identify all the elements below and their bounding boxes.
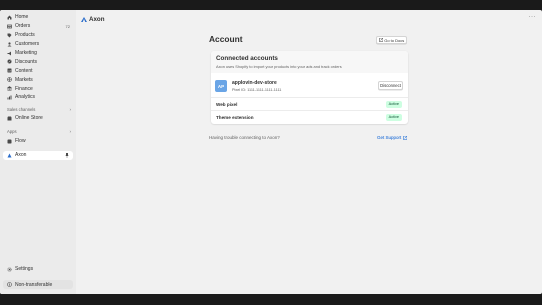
sidebar-item-label: Settings <box>15 266 34 273</box>
more-options-icon[interactable]: ··· <box>529 14 537 20</box>
sidebar-item-customers[interactable]: Customers <box>3 40 73 49</box>
sidebar-item-label: Axon <box>15 152 27 159</box>
analytics-icon <box>7 95 12 100</box>
orders-icon <box>7 24 12 29</box>
theme-extension-label: Theme extension <box>216 115 254 120</box>
get-support-label: Get Support <box>377 135 402 140</box>
sidebar-item-label: Products <box>15 32 35 39</box>
sidebar-item-label: Finance <box>15 85 33 92</box>
account-name: applovin-dev-store <box>232 80 277 86</box>
sidebar-item-label: Home <box>15 14 29 21</box>
sidebar-item-home[interactable]: Home <box>3 13 73 22</box>
sidebar-item-axon[interactable]: Axon <box>3 151 73 160</box>
flow-icon <box>7 139 12 144</box>
go-to-docs-button[interactable]: Go to Docs <box>376 36 407 44</box>
customers-icon <box>7 42 12 47</box>
sales-channels-heading[interactable]: Sales channels <box>7 107 35 112</box>
orders-count-badge: 72 <box>65 23 70 29</box>
card-subtitle: Axon uses Shopify to import your product… <box>216 64 342 69</box>
sidebar-item-settings[interactable]: Settings <box>3 265 73 274</box>
sidebar-item-marketing[interactable]: Marketing <box>3 49 73 58</box>
sidebar-item-flow[interactable]: Flow <box>3 137 73 146</box>
sidebar-item-analytics[interactable]: Analytics <box>3 93 73 102</box>
sidebar-item-online-store[interactable]: Online Store <box>3 114 73 123</box>
sidebar-item-label: Flow <box>15 138 26 145</box>
help-text: Having trouble connecting to Axon? <box>209 135 280 140</box>
web-pixel-label: Web pixel <box>216 102 238 107</box>
status-badge: Active <box>385 114 402 121</box>
chevron-right-icon[interactable]: › <box>70 129 72 134</box>
pin-icon[interactable] <box>65 152 69 158</box>
sidebar-item-label: Orders <box>15 23 31 30</box>
theme-extension-row: Theme extension Active <box>211 110 408 123</box>
home-icon <box>7 15 12 20</box>
sidebar-item-products[interactable]: Products <box>3 31 73 40</box>
non-transferable-banner[interactable]: Non-transferable <box>3 280 73 289</box>
status-badge: Active <box>385 101 402 108</box>
sidebar-item-label: Discounts <box>15 58 37 65</box>
card-title: Connected accounts <box>216 55 278 62</box>
content-icon <box>7 68 12 73</box>
disconnect-button[interactable]: Disconnect <box>378 81 403 90</box>
sidebar-item-markets[interactable]: Markets <box>3 75 73 84</box>
marketing-icon <box>7 51 12 56</box>
sidebar-item-finance[interactable]: Finance <box>3 84 73 93</box>
app-title: Axon <box>81 16 104 23</box>
sidebar-item-label: Customers <box>15 41 40 48</box>
axon-logo-icon <box>7 153 12 158</box>
discounts-icon <box>7 59 12 64</box>
sidebar: Home Orders 72 Products Customers Market… <box>0 10 76 294</box>
apps-heading[interactable]: Apps <box>7 129 17 134</box>
app-window: Home Orders 72 Products Customers Market… <box>0 10 542 294</box>
connected-accounts-card: Connected accounts Axon uses Shopify to … <box>211 51 408 124</box>
finance-icon <box>7 86 12 91</box>
sidebar-item-label: Content <box>15 67 33 74</box>
external-link-icon <box>402 135 407 140</box>
gear-icon <box>7 267 12 272</box>
pixel-id: Pixel ID: 1111-1111-1111-1111 <box>232 88 282 92</box>
external-link-icon <box>378 38 383 42</box>
sidebar-item-discounts[interactable]: Discounts <box>3 57 73 66</box>
avatar: AP <box>215 80 227 92</box>
sidebar-item-label: Online Store <box>15 115 43 122</box>
globe-icon <box>7 77 12 82</box>
app-name: Axon <box>89 16 105 23</box>
sidebar-item-label: Analytics <box>15 94 36 101</box>
get-support-link[interactable]: Get Support <box>377 135 407 140</box>
axon-logo-icon <box>81 17 87 22</box>
account-row: AP applovin-dev-store Pixel ID: 1111-111… <box>211 75 408 97</box>
sidebar-item-label: Marketing <box>15 50 37 56</box>
products-icon <box>7 33 12 38</box>
store-icon <box>7 116 12 121</box>
info-icon <box>7 282 12 287</box>
sidebar-settings: Settings <box>3 265 73 274</box>
sidebar-item-orders[interactable]: Orders 72 <box>3 22 73 31</box>
non-transferable-label: Non-transferable <box>15 281 53 288</box>
sidebar-item-label: Markets <box>15 76 33 83</box>
go-to-docs-label: Go to Docs <box>384 37 405 43</box>
card-header: Connected accounts Axon uses Shopify to … <box>211 51 408 73</box>
page-title: Account <box>209 34 243 44</box>
sidebar-nav: Home Orders 72 Products Customers Market… <box>3 13 73 102</box>
web-pixel-row: Web pixel Active <box>211 97 408 110</box>
app-topbar: Axon ··· <box>76 10 542 29</box>
sidebar-item-content[interactable]: Content <box>3 66 73 75</box>
chevron-right-icon[interactable]: › <box>70 107 72 112</box>
